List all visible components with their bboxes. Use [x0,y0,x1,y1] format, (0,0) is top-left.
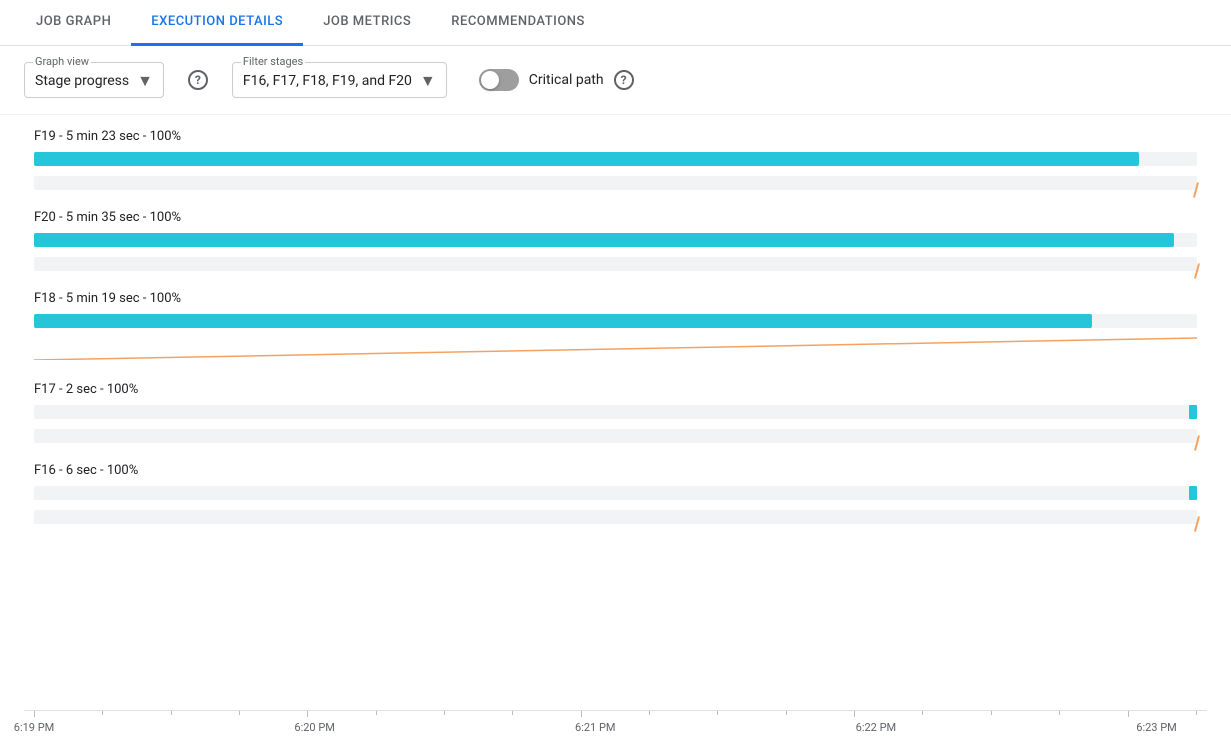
stage-f20-top-track [34,233,1197,247]
tick-mark [102,711,103,715]
axis-label-623: 6:23 PM [1136,721,1176,734]
stage-bars-f19 [24,148,1207,200]
stage-row-f17: F17 - 2 sec - 100% [24,372,1207,453]
graph-view-help-icon[interactable]: ? [188,70,208,90]
graph-view-select[interactable]: Stage progress ▼ [35,67,153,91]
stage-f18-top-bar [34,314,1092,328]
tick-mark [239,711,240,715]
filter-stages-value: F16, F17, F18, F19, and F20 [243,73,412,89]
stage-f16-top-track [34,486,1197,500]
stage-row-f19: F19 - 5 min 23 sec - 100% [24,119,1207,200]
stage-label-f19: F19 - 5 min 23 sec - 100% [34,119,1207,148]
tick-mark [171,711,172,715]
stage-label-f20: F20 - 5 min 35 sec - 100% [34,200,1207,229]
stage-row-f16: F16 - 6 sec - 100% [24,453,1207,534]
tick-mark [717,711,718,715]
tick-mark [376,711,377,715]
stage-label-f17: F17 - 2 sec - 100% [34,372,1207,401]
stage-f16-small-bar [1189,486,1197,500]
axis-label-622: 6:22 PM [856,721,896,734]
tick-mark [991,711,992,715]
tick-mark [444,711,445,715]
critical-path-label: Critical path [529,72,604,88]
chart-area: F19 - 5 min 23 sec - 100% F20 - 5 min 35… [0,115,1231,702]
stage-f19-top-track [34,152,1197,166]
stage-f17-top-track [34,405,1197,419]
tab-execution-details[interactable]: EXECUTION DETAILS [131,0,303,46]
stage-bars-f20 [24,229,1207,281]
controls-bar: Graph view Stage progress ▼ ? Filter sta… [0,46,1231,115]
filter-stages-control: Filter stages F16, F17, F18, F19, and F2… [232,62,447,98]
graph-view-dropdown-icon: ▼ [137,71,153,91]
tick-mark [1059,711,1060,715]
filter-stages-dropdown-icon: ▼ [420,71,436,91]
stage-f20-bottom-track [34,257,1197,271]
tick-labels-row: 6:19 PM 6:20 PM 6:21 PM 6:22 PM 6:23 PM [24,717,1207,734]
stage-row-f18: F18 - 5 min 19 sec - 100% [24,281,1207,372]
stage-f18-top-track [34,314,1197,328]
stage-bars-f18 [24,310,1207,372]
tab-bar: JOB GRAPH EXECUTION DETAILS JOB METRICS … [0,0,1231,46]
critical-path-help-icon[interactable]: ? [614,70,634,90]
critical-path-group: Critical path ? [479,69,634,91]
tab-recommendations[interactable]: RECOMMENDATIONS [431,0,605,46]
filter-stages-label: Filter stages [241,55,305,68]
stage-f16-bottom-track [34,510,1197,524]
stage-f18-bottom-track [34,350,1197,364]
filter-stages-select[interactable]: F16, F17, F18, F19, and F20 ▼ [243,67,436,91]
tick-mark [649,711,650,715]
tick-mark [512,711,513,715]
stage-row-f20: F20 - 5 min 35 sec - 100% [24,200,1207,281]
stage-f20-top-bar [34,233,1174,247]
graph-view-value: Stage progress [35,73,129,89]
stage-label-f16: F16 - 6 sec - 100% [34,453,1207,482]
graph-view-label: Graph view [33,55,91,68]
tick-mark [786,711,787,715]
toggle-knob [481,71,499,89]
stage-f17-bottom-track [34,429,1197,443]
stage-bars-f16 [24,482,1207,534]
stage-f19-bottom-track [34,176,1197,190]
critical-path-toggle[interactable] [479,69,519,91]
timeline-container: 6:19 PM 6:20 PM 6:21 PM 6:22 PM 6:23 PM [24,710,1207,734]
stage-f19-top-bar [34,152,1139,166]
tick-mark [1196,711,1197,715]
tick-mark [922,711,923,715]
axis-label-619: 6:19 PM [14,721,54,734]
tab-job-metrics[interactable]: JOB METRICS [303,0,431,46]
stage-label-f18: F18 - 5 min 19 sec - 100% [34,281,1207,310]
tab-job-graph[interactable]: JOB GRAPH [16,0,131,46]
graph-view-control: Graph view Stage progress ▼ [24,62,164,98]
stage-f17-small-bar [1189,405,1197,419]
stage-bars-f17 [24,401,1207,453]
axis-label-620: 6:20 PM [294,721,334,734]
axis-label-621: 6:21 PM [575,721,615,734]
